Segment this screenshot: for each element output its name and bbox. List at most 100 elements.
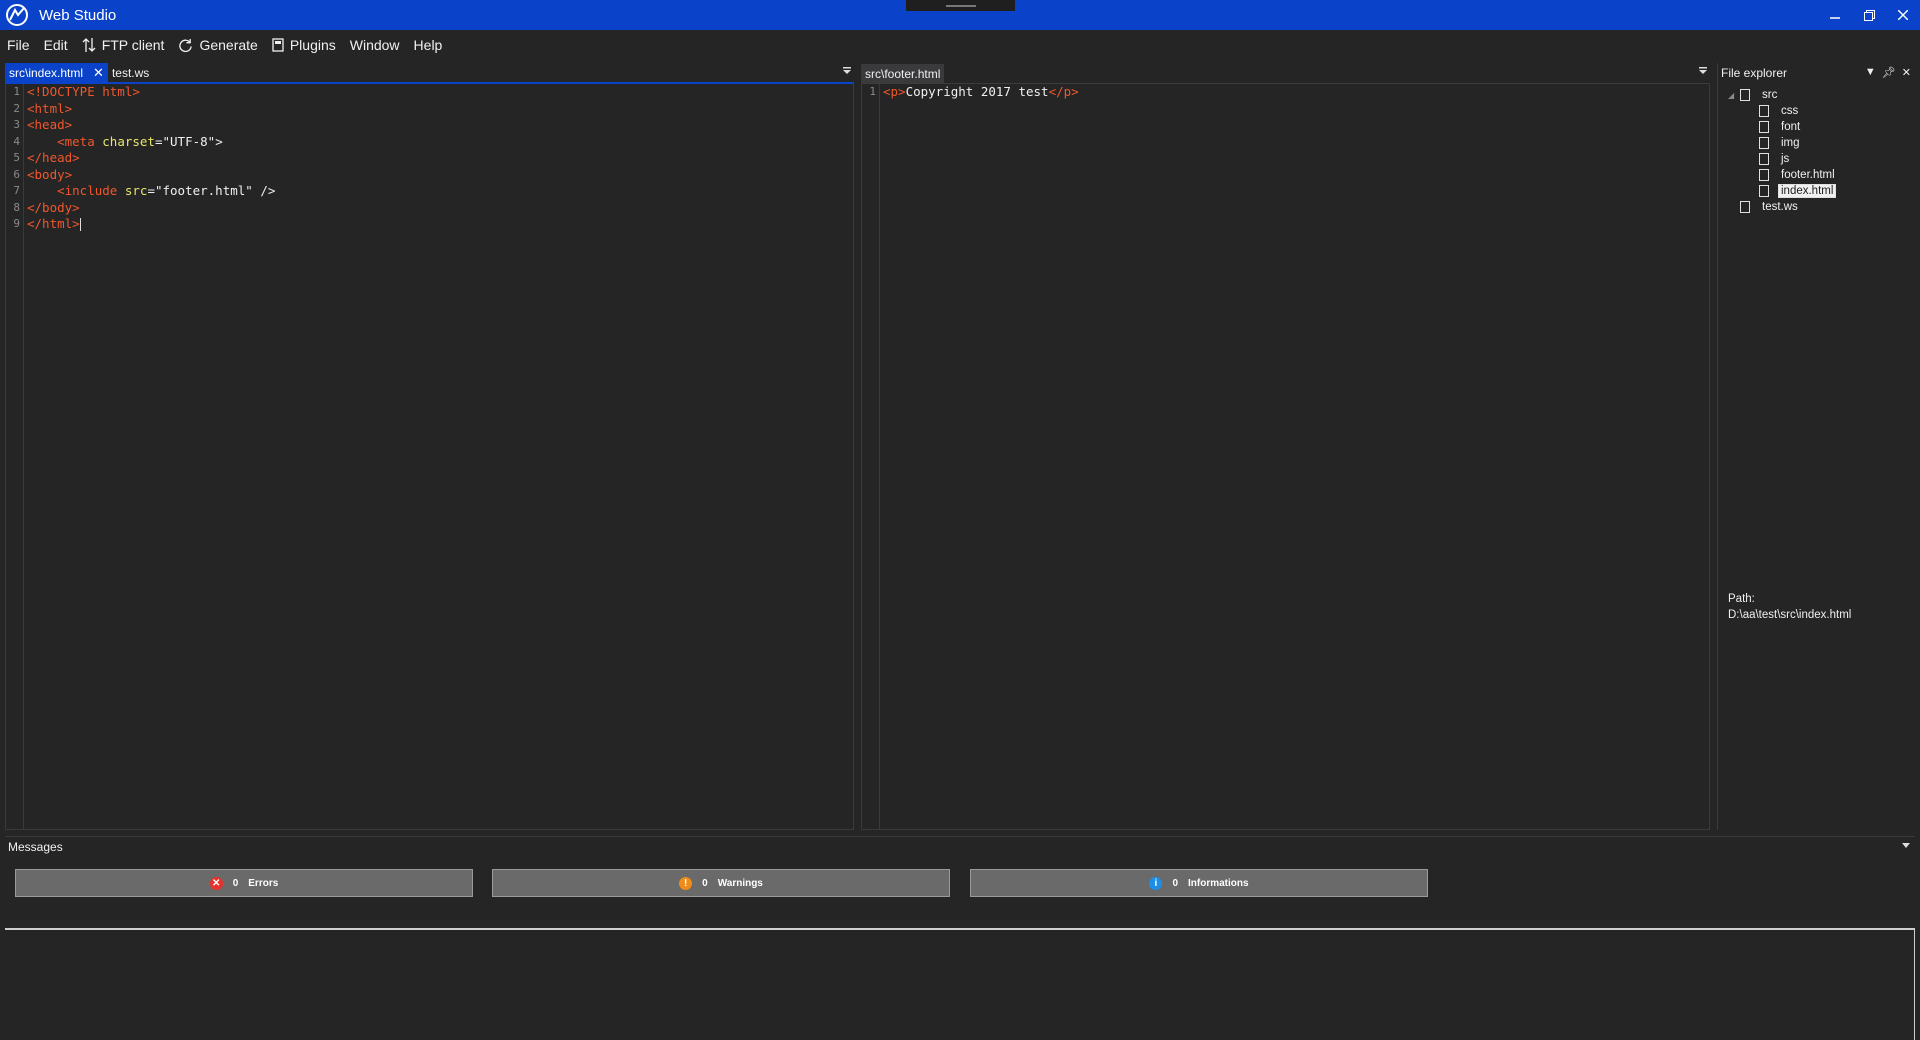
code-line-2: <html> (27, 101, 853, 118)
informations-count: 0 (1172, 877, 1178, 889)
text-token: Copyright 2017 test (905, 84, 1049, 99)
warning-icon: ! (679, 876, 693, 890)
close-token: /> (252, 183, 276, 198)
menu-ftp-label: FTP client (101, 37, 165, 53)
tag-token: </body> (27, 199, 80, 215)
tag-token: </html> (27, 216, 80, 231)
menu-generate[interactable]: Generate (178, 37, 258, 53)
close-button[interactable] (1886, 0, 1920, 30)
code-line-1: <p>Copyright 2017 test</p> (883, 84, 1709, 101)
file-icon (1759, 185, 1769, 197)
tab-label: src\footer.html (865, 66, 941, 81)
drag-handle[interactable] (906, 0, 1015, 11)
line-gutter: 1 (862, 84, 880, 829)
file-explorer-title: File explorer (1721, 66, 1788, 80)
tab-label: test.ws (111, 65, 150, 80)
line-number: 2 (13, 101, 20, 115)
tree-item-src[interactable]: ◢ src (1718, 87, 1915, 103)
menu-help[interactable]: Help (414, 37, 443, 53)
tree-item-index-html[interactable]: index.html (1718, 183, 1915, 199)
line-number: 7 (13, 184, 20, 197)
menu-bar: File Edit FTP client Generate Plugins Wi… (0, 30, 1920, 60)
tree-item-label: css (1781, 105, 1799, 117)
left-tab-strip: src\index.html ✕ test.ws (5, 63, 854, 84)
tab-close-icon[interactable]: ✕ (93, 65, 104, 81)
attr-token: src (117, 183, 148, 198)
tree-item-label: src (1762, 89, 1778, 101)
menu-plugins[interactable]: Plugins (272, 37, 336, 53)
expander-icon[interactable]: ◢ (1728, 91, 1734, 100)
tree-item-label: img (1781, 137, 1800, 149)
menu-edit[interactable]: Edit (44, 37, 68, 53)
error-icon: ✕ (209, 876, 223, 890)
web-studio-logo-icon (6, 4, 28, 26)
tree-item-img[interactable]: img (1718, 135, 1915, 151)
tag-token: <p> (883, 84, 906, 99)
window-title: Web Studio (39, 6, 117, 24)
line-number: 6 (13, 167, 20, 181)
messages-title: Messages (8, 839, 63, 854)
menu-window[interactable]: Window (350, 37, 400, 53)
minimize-button[interactable] (1818, 0, 1852, 30)
tag-token: </head> (27, 150, 80, 165)
title-bar: Web Studio (0, 0, 1920, 30)
line-number: 8 (13, 200, 20, 214)
path-info: Path: D:\aa\test\src\index.html (1728, 591, 1851, 623)
plugin-icon (272, 38, 284, 52)
errors-count: 0 (232, 877, 239, 889)
refresh-icon (179, 38, 193, 52)
menu-ftp-client[interactable]: FTP client (82, 37, 165, 53)
code-editor-footer[interactable]: 1 <p>Copyright 2017 test</p> (861, 84, 1710, 830)
messages-list[interactable] (5, 928, 1915, 1040)
code-line-3: <head> (27, 117, 853, 134)
code-editor-index[interactable]: 1 2 3 4 5 6 7 8 9 <!DOCTYPE html> <html>… (5, 84, 854, 830)
tab-test-ws[interactable]: test.ws (108, 63, 153, 82)
line-gutter: 1 2 3 4 5 6 7 8 9 (6, 84, 24, 829)
dropdown-icon[interactable] (1901, 842, 1911, 850)
minimize-icon (1830, 17, 1840, 19)
messages-header: Messages (5, 836, 1915, 856)
folder-icon (1759, 105, 1769, 117)
tab-overflow-icon[interactable] (842, 66, 852, 76)
line-number: 4 (13, 134, 20, 148)
menu-file[interactable]: File (7, 37, 30, 53)
line-number: 9 (13, 217, 20, 230)
line-number: 1 (869, 85, 876, 98)
tag-token: <body> (27, 166, 73, 182)
restore-button[interactable] (1852, 0, 1886, 30)
tab-footer-html[interactable]: src\footer.html (861, 64, 945, 83)
tree-item-css[interactable]: css (1718, 103, 1915, 119)
warnings-label: Warnings (717, 877, 763, 889)
tab-overflow-icon[interactable] (1698, 66, 1708, 76)
dropdown-icon[interactable]: ▼ (1865, 66, 1876, 79)
code-line-5: </head> (27, 150, 853, 167)
eq-token: = (147, 183, 155, 198)
menu-file-label: File (7, 37, 30, 53)
tree-item-font[interactable]: font (1718, 119, 1915, 135)
code-lines: <!DOCTYPE html> <html> <head> <meta char… (27, 84, 853, 233)
code-line-8: </body> (27, 200, 853, 217)
file-explorer-header: File explorer ▼ 📌︎ ✕ (1718, 63, 1915, 83)
errors-label: Errors (248, 877, 279, 889)
errors-filter-button[interactable]: ✕ 0 Errors (15, 869, 473, 897)
tree-item-footer-html[interactable]: footer.html (1718, 167, 1915, 183)
tree-item-label: index.html (1778, 184, 1837, 198)
tab-index-html[interactable]: src\index.html ✕ (5, 63, 108, 82)
informations-filter-button[interactable]: i 0 Informations (970, 869, 1428, 897)
tree-item-js[interactable]: js (1718, 151, 1915, 167)
path-label: Path: (1728, 593, 1755, 605)
messages-panel: Messages ✕ 0 Errors ! 0 Warnings i 0 Inf… (5, 836, 1915, 1040)
string-token: "footer.html" (154, 183, 253, 198)
file-icon (1759, 169, 1769, 181)
restore-icon (1863, 9, 1875, 21)
eq-token: = (154, 133, 163, 149)
text-caret (79, 218, 81, 231)
tree-item-test-ws[interactable]: test.ws (1718, 199, 1915, 215)
right-tab-strip: src\footer.html (861, 63, 1710, 84)
warnings-filter-button[interactable]: ! 0 Warnings (492, 869, 950, 897)
transfer-arrows-icon (82, 38, 96, 52)
folder-icon (1759, 153, 1769, 165)
code-line-6: <body> (27, 167, 853, 184)
pin-icon[interactable]: 📌︎ (1882, 66, 1896, 79)
close-icon[interactable]: ✕ (1902, 66, 1911, 79)
